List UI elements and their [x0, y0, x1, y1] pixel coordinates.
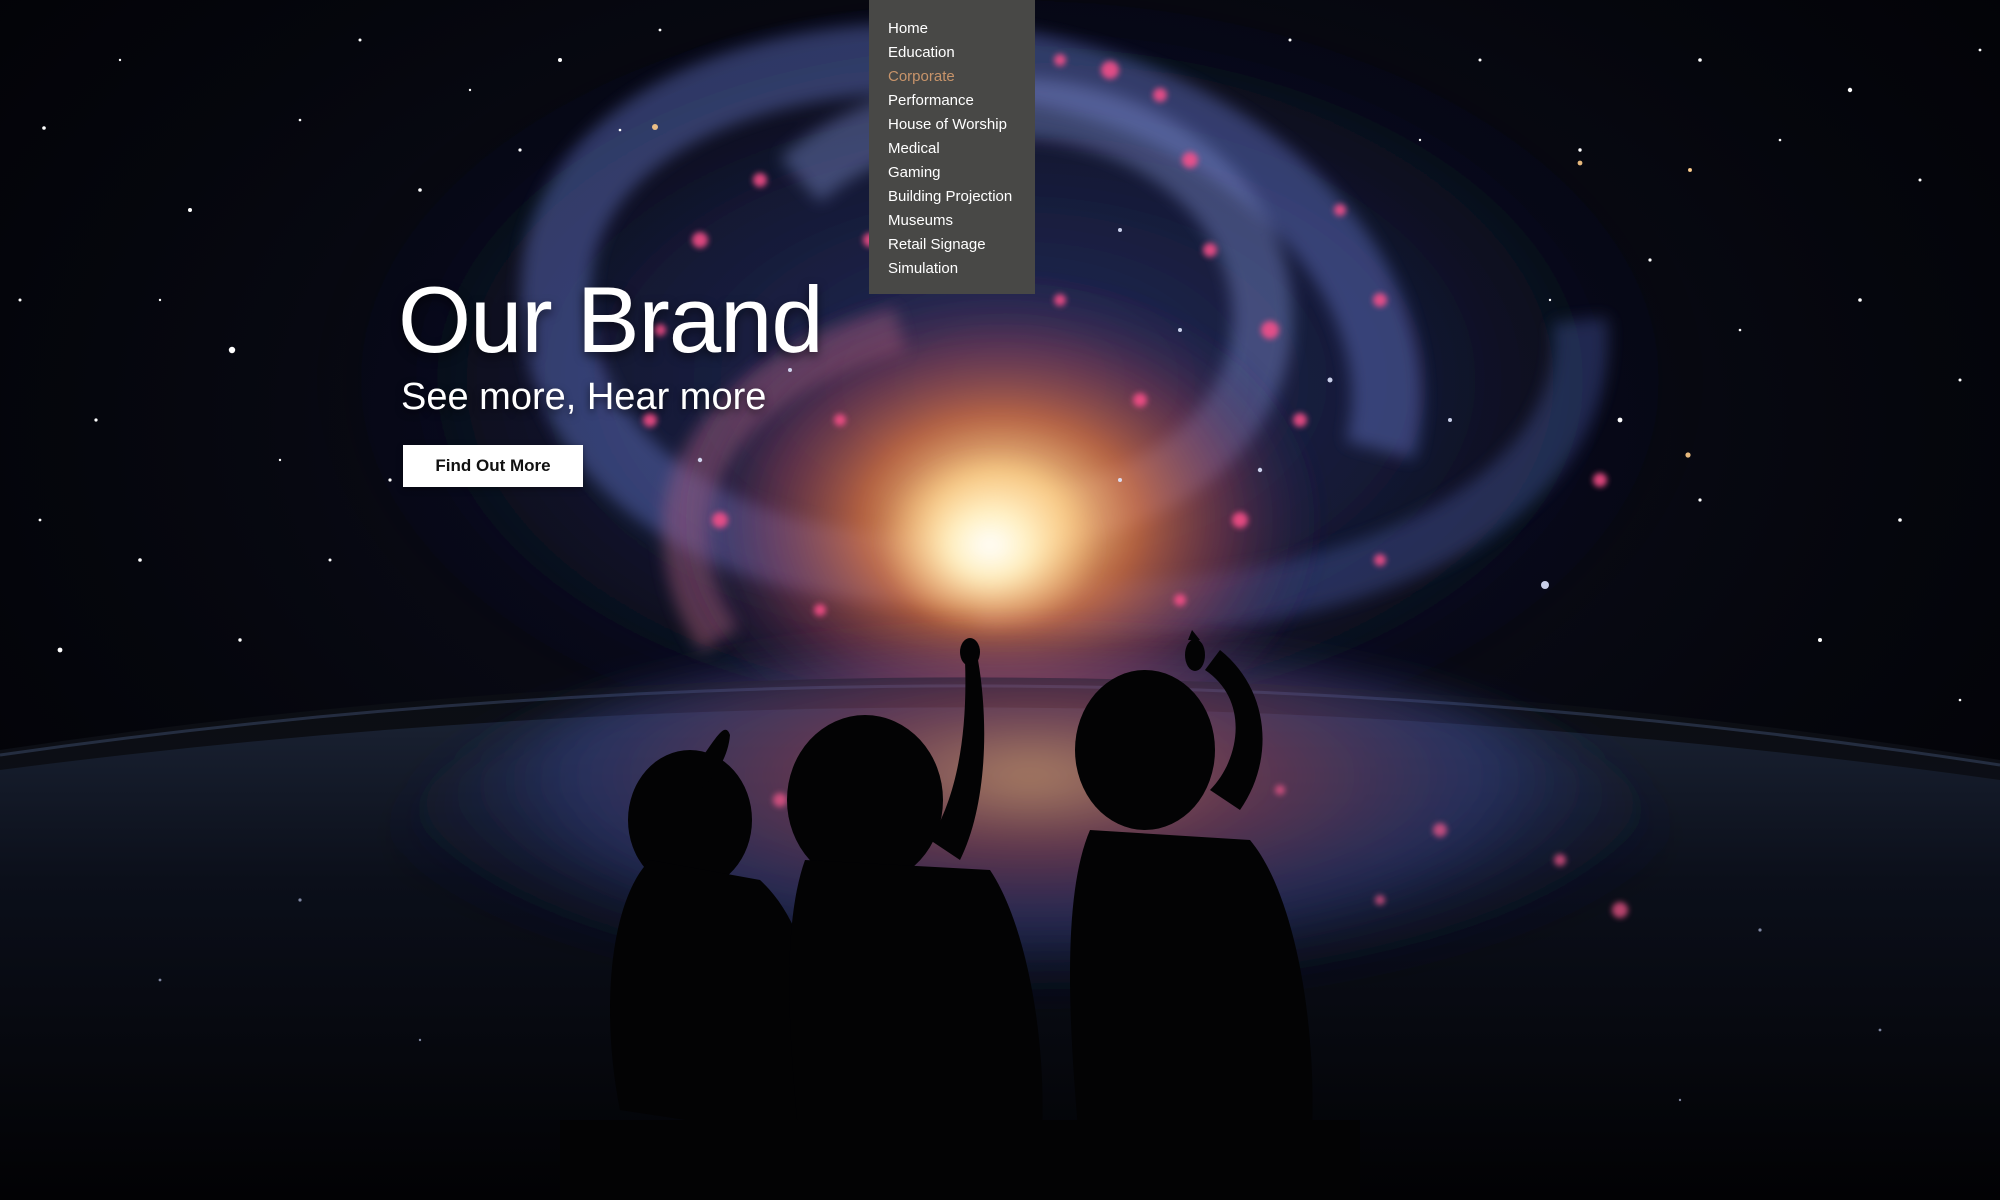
nav-item-corporate[interactable]: Corporate — [869, 65, 1035, 89]
nav-item-building-projection[interactable]: Building Projection — [869, 185, 1035, 209]
nav-menu-list: Home Education Corporate Performance Hou… — [869, 0, 1035, 281]
nav-item-house-of-worship[interactable]: House of Worship — [869, 113, 1035, 137]
hero-section: Our Brand See more, Hear more — [398, 266, 824, 419]
find-out-more-button[interactable]: Find Out More — [403, 445, 583, 487]
nav-item-medical[interactable]: Medical — [869, 137, 1035, 161]
nav-item-retail-signage[interactable]: Retail Signage — [869, 233, 1035, 257]
nav-item-home[interactable]: Home — [869, 17, 1035, 41]
nav-item-performance[interactable]: Performance — [869, 89, 1035, 113]
hero-subtitle: See more, Hear more — [401, 376, 767, 418]
nav-item-gaming[interactable]: Gaming — [869, 161, 1035, 185]
nav-dropdown-menu: Home Education Corporate Performance Hou… — [869, 0, 1035, 294]
hero-title: Our Brand — [398, 267, 824, 372]
nav-item-education[interactable]: Education — [869, 41, 1035, 65]
page: Home Education Corporate Performance Hou… — [0, 0, 2000, 1200]
nav-item-museums[interactable]: Museums — [869, 209, 1035, 233]
nav-item-simulation[interactable]: Simulation — [869, 257, 1035, 281]
